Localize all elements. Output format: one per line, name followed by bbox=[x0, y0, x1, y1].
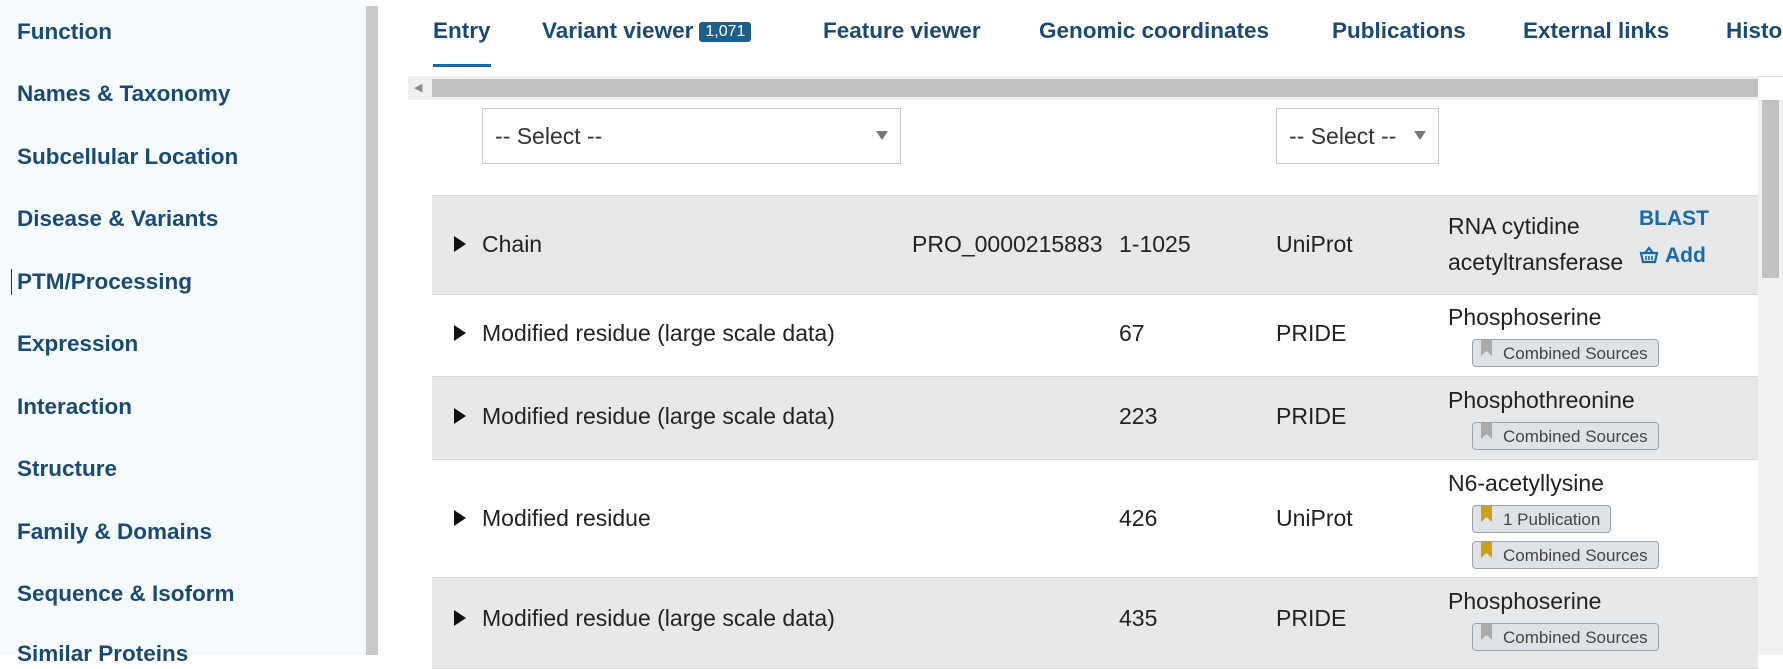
blast-link[interactable]: BLAST bbox=[1639, 207, 1709, 231]
sidebar-item-similar-proteins[interactable]: Similar Proteins bbox=[17, 641, 188, 667]
sidebar: Function Names & Taxonomy Subcellular Lo… bbox=[0, 0, 366, 666]
feature-position: 426 bbox=[1119, 505, 1158, 531]
sidebar-item-subcellular-location[interactable]: Subcellular Location bbox=[17, 144, 238, 170]
table-row: Modified residue 426 UniProt N6-acetylly… bbox=[432, 460, 1758, 578]
tab-entry[interactable]: Entry bbox=[433, 18, 491, 67]
sidebar-item-names-taxonomy[interactable]: Names & Taxonomy bbox=[17, 81, 230, 107]
feature-description: Phosphoserine bbox=[1448, 588, 1602, 614]
horizontal-scrollbar-thumb[interactable] bbox=[432, 79, 1758, 97]
tab-history[interactable]: Histo bbox=[1726, 18, 1782, 44]
horizontal-scrollbar[interactable]: ◀ bbox=[408, 76, 1758, 100]
tab-feature-viewer[interactable]: Feature viewer bbox=[823, 18, 981, 44]
feature-position: 223 bbox=[1119, 403, 1158, 429]
tab-genomic-coordinates-label: Genomic coordinates bbox=[1039, 18, 1270, 43]
tab-publications-label: Publications bbox=[1332, 18, 1466, 43]
feature-type: Modified residue (large scale data) bbox=[482, 605, 835, 631]
table-row: Chain PRO_0000215883 1-1025 UniProt RNA … bbox=[432, 195, 1758, 295]
type-filter-value: -- Select -- bbox=[495, 123, 603, 149]
publication-tag[interactable]: 1 Publication bbox=[1472, 505, 1612, 533]
table-row: Modified residue (large scale data) 67 P… bbox=[432, 294, 1758, 377]
feature-type: Modified residue bbox=[482, 505, 651, 531]
sidebar-scrollbar-thumb[interactable] bbox=[366, 6, 378, 655]
tab-entry-label: Entry bbox=[433, 18, 491, 43]
tab-bar: Entry Variant viewer 1,071 Feature viewer… bbox=[408, 0, 1783, 77]
feature-id: PRO_0000215883 bbox=[912, 231, 1103, 257]
vertical-scrollbar-thumb[interactable] bbox=[1762, 100, 1779, 278]
features-table: -- Select -- -- Select -- Chain PRO_0000… bbox=[408, 100, 1758, 669]
type-filter-select[interactable]: -- Select -- bbox=[482, 108, 901, 164]
feature-type: Chain bbox=[482, 231, 543, 257]
evidence-tag[interactable]: Combined Sources bbox=[1472, 422, 1659, 450]
bookmark-icon bbox=[1481, 542, 1492, 558]
triangle-right-icon[interactable] bbox=[454, 236, 466, 252]
tab-genomic-coordinates[interactable]: Genomic coordinates bbox=[1039, 18, 1269, 44]
add-label: Add bbox=[1665, 244, 1706, 267]
feature-type: Modified residue (large scale data) bbox=[482, 403, 835, 429]
evidence-tag[interactable]: Combined Sources bbox=[1472, 339, 1659, 367]
bookmark-icon bbox=[1481, 423, 1492, 439]
vertical-scrollbar[interactable] bbox=[1758, 100, 1783, 655]
publication-tag-label: 1 Publication bbox=[1503, 510, 1601, 529]
sidebar-item-disease-variants[interactable]: Disease & Variants bbox=[17, 206, 218, 232]
tab-variant-viewer-label: Variant viewer bbox=[542, 18, 694, 43]
feature-source: UniProt bbox=[1276, 505, 1353, 531]
variant-count-badge: 1,071 bbox=[699, 22, 752, 42]
tab-variant-viewer[interactable]: Variant viewer 1,071 bbox=[542, 18, 752, 44]
sidebar-item-function[interactable]: Function bbox=[17, 19, 112, 45]
bookmark-icon bbox=[1481, 624, 1492, 640]
tab-feature-viewer-label: Feature viewer bbox=[823, 18, 981, 43]
sidebar-item-interaction[interactable]: Interaction bbox=[17, 394, 132, 420]
add-to-basket-button[interactable]: Add bbox=[1639, 244, 1706, 268]
table-row: Modified residue (large scale data) 223 … bbox=[432, 377, 1758, 460]
evidence-tag[interactable]: Combined Sources bbox=[1472, 623, 1659, 651]
feature-source: PRIDE bbox=[1276, 320, 1347, 346]
evidence-tag-label: Combined Sources bbox=[1503, 628, 1648, 647]
feature-description: Phosphoserine bbox=[1448, 304, 1602, 330]
feature-description: Phosphothreonine bbox=[1448, 387, 1635, 413]
sidebar-item-ptm-processing[interactable]: PTM/Processing bbox=[11, 269, 192, 295]
sidebar-item-family-domains[interactable]: Family & Domains bbox=[17, 519, 212, 545]
triangle-right-icon[interactable] bbox=[454, 408, 466, 424]
sidebar-item-structure[interactable]: Structure bbox=[17, 456, 117, 482]
feature-description: N6-acetyllysine bbox=[1448, 470, 1604, 496]
evidence-tag-label: Combined Sources bbox=[1503, 344, 1648, 363]
sidebar-scrollbar[interactable] bbox=[366, 0, 378, 655]
feature-position: 435 bbox=[1119, 605, 1158, 631]
feature-type: Modified residue (large scale data) bbox=[482, 320, 835, 346]
bookmark-icon bbox=[1481, 340, 1492, 356]
feature-source: PRIDE bbox=[1276, 403, 1347, 429]
feature-position: 67 bbox=[1119, 320, 1145, 346]
sidebar-item-sequence-isoform[interactable]: Sequence & Isoform bbox=[17, 581, 235, 607]
basket-icon bbox=[1639, 246, 1659, 264]
gutter bbox=[378, 0, 408, 655]
table-row: Modified residue (large scale data) 435 … bbox=[432, 578, 1758, 669]
evidence-tag[interactable]: Combined Sources bbox=[1472, 541, 1659, 569]
feature-position: 1-1025 bbox=[1119, 231, 1191, 257]
bookmark-icon bbox=[1481, 506, 1492, 522]
evidence-tag-label: Combined Sources bbox=[1503, 546, 1648, 565]
chevron-down-icon bbox=[1414, 131, 1426, 140]
feature-description: acetyltransferase bbox=[1448, 249, 1624, 275]
sidebar-item-expression[interactable]: Expression bbox=[17, 331, 138, 357]
triangle-right-icon[interactable] bbox=[454, 325, 466, 341]
tab-external-links-label: External links bbox=[1523, 18, 1670, 43]
source-filter-value: -- Select -- bbox=[1289, 123, 1397, 149]
tab-publications[interactable]: Publications bbox=[1332, 18, 1466, 44]
feature-description: RNA cytidine bbox=[1448, 213, 1580, 239]
feature-source: PRIDE bbox=[1276, 605, 1347, 631]
triangle-right-icon[interactable] bbox=[454, 510, 466, 526]
feature-source: UniProt bbox=[1276, 231, 1353, 257]
scroll-left-icon[interactable]: ◀ bbox=[414, 81, 422, 94]
triangle-right-icon[interactable] bbox=[454, 610, 466, 626]
chevron-down-icon bbox=[876, 131, 888, 140]
source-filter-select[interactable]: -- Select -- bbox=[1276, 108, 1439, 164]
tab-history-label: Histo bbox=[1726, 18, 1783, 43]
tab-external-links[interactable]: External links bbox=[1523, 18, 1669, 44]
evidence-tag-label: Combined Sources bbox=[1503, 427, 1648, 446]
